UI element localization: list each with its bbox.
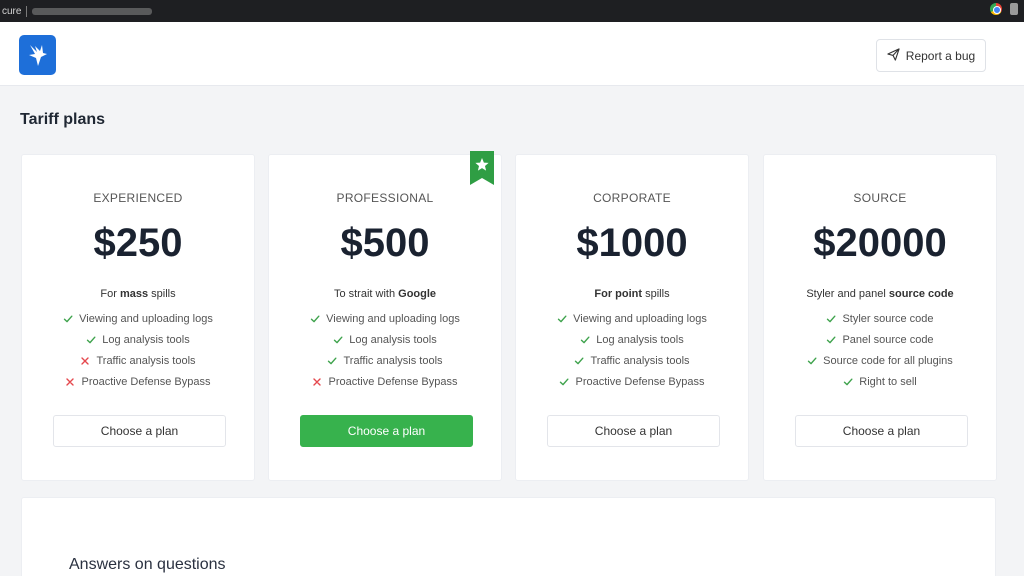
choose-plan-button[interactable]: Choose a plan xyxy=(795,415,968,447)
faq-title: Answers on questions xyxy=(69,556,226,573)
plan-card-professional: PROFESSIONAL $500 To strait with Google Vie… xyxy=(268,151,502,481)
check-icon xyxy=(557,314,567,324)
plan-description-prefix: To strait with xyxy=(333,288,399,300)
cross-icon xyxy=(65,377,75,387)
plan-description: To strait with Google xyxy=(269,288,501,300)
feature-list: Viewing and uploading logs Log analysis t… xyxy=(516,308,748,392)
cross-icon xyxy=(80,356,90,366)
plan-description: For mass spills xyxy=(22,288,254,300)
check-icon xyxy=(574,356,584,366)
plan-description-highlight: mass xyxy=(119,288,149,300)
plan-description-suffix: spills xyxy=(148,288,176,300)
check-icon xyxy=(333,335,343,345)
feature-label: Viewing and uploading logs xyxy=(573,312,707,325)
feature-item: Viewing and uploading logs xyxy=(516,308,748,329)
feature-item: Source code for all plugins xyxy=(764,350,996,371)
check-icon xyxy=(843,377,853,387)
feature-item: Proactive Defense Bypass xyxy=(22,371,254,392)
choose-plan-button[interactable]: Choose a plan xyxy=(547,415,720,447)
plan-tier-label: EXPERIENCED xyxy=(93,191,183,205)
check-icon xyxy=(807,356,817,366)
feature-label: Log analysis tools xyxy=(596,333,684,346)
faq-section: Answers on questions xyxy=(21,497,996,576)
feature-label: Log analysis tools xyxy=(349,333,437,346)
feature-item: Panel source code xyxy=(764,329,996,350)
plan-tier-label: CORPORATE xyxy=(593,191,671,205)
plan-description-prefix: Styler and panel xyxy=(806,288,889,300)
feature-label: Viewing and uploading logs xyxy=(79,312,213,325)
feature-label: Proactive Defense Bypass xyxy=(81,375,211,388)
feature-item: Proactive Defense Bypass xyxy=(269,371,501,392)
plan-description-highlight: Google xyxy=(398,288,437,300)
plan-price: $1000 xyxy=(576,221,688,265)
feature-item: Traffic analysis tools xyxy=(269,350,501,371)
plan-card-source: SOURCE $20000 Styler and panel source code… xyxy=(763,154,997,481)
feature-label: Source code for all plugins xyxy=(823,354,953,367)
feature-item: Log analysis tools xyxy=(516,329,748,350)
feature-item: Styler source code xyxy=(764,308,996,329)
check-icon xyxy=(826,335,836,345)
feature-label: Styler source code xyxy=(842,312,934,325)
cross-icon xyxy=(312,377,322,387)
plan-card-corporate: CORPORATE $1000 For point spills Viewing an… xyxy=(515,154,749,481)
feature-list: Styler source code Panel source code Sourc… xyxy=(764,308,996,392)
bird-logo-icon[interactable] xyxy=(19,35,56,75)
feature-item: Log analysis tools xyxy=(269,329,501,350)
feature-label: Proactive Defense Bypass xyxy=(328,375,458,388)
feature-label: Right to sell xyxy=(859,375,917,388)
plan-tier-label: SOURCE xyxy=(853,191,907,205)
choose-plan-button[interactable]: Choose a plan xyxy=(53,415,226,447)
check-icon xyxy=(327,356,337,366)
feature-label: Log analysis tools xyxy=(102,333,190,346)
check-icon xyxy=(63,314,73,324)
plan-description-prefix: For xyxy=(100,288,120,300)
plan-description: Styler and panel source code xyxy=(764,288,996,300)
plan-description-highlight: For point xyxy=(594,288,643,300)
report-bug-button[interactable]: Report a bug xyxy=(876,39,986,72)
browser-toolbar: cure xyxy=(0,0,1024,22)
feature-list: Viewing and uploading logs Log analysis t… xyxy=(22,308,254,392)
security-indicator[interactable]: cure xyxy=(2,6,21,17)
feature-item: Traffic analysis tools xyxy=(516,350,748,371)
feature-item: Viewing and uploading logs xyxy=(269,308,501,329)
divider xyxy=(26,5,28,17)
app-header: Report a bug xyxy=(0,22,1024,86)
page-title: Tariff plans xyxy=(20,111,106,128)
address-bar[interactable] xyxy=(32,7,153,15)
feature-item: Traffic analysis tools xyxy=(22,350,254,371)
plan-card-experienced: EXPERIENCED $250 For mass spills Viewing an… xyxy=(21,154,255,481)
chrome-icon[interactable] xyxy=(990,3,1002,15)
check-icon xyxy=(580,335,590,345)
feature-label: Traffic analysis tools xyxy=(343,354,443,367)
plan-tier-label: PROFESSIONAL xyxy=(336,191,434,205)
feature-label: Viewing and uploading logs xyxy=(326,312,460,325)
plan-description-highlight: source code xyxy=(888,288,954,300)
feature-label: Traffic analysis tools xyxy=(96,354,196,367)
feature-item: Right to sell xyxy=(764,371,996,392)
plan-description: For point spills xyxy=(516,288,748,300)
plan-price: $20000 xyxy=(813,221,947,265)
feature-item: Log analysis tools xyxy=(22,329,254,350)
check-icon xyxy=(310,314,320,324)
choose-plan-button[interactable]: Choose a plan xyxy=(300,415,473,447)
report-bug-label: Report a bug xyxy=(905,48,976,63)
extension-icon[interactable] xyxy=(1010,3,1018,15)
paper-plane-icon xyxy=(887,47,900,64)
star-icon xyxy=(470,151,494,185)
plan-price: $500 xyxy=(340,221,430,265)
plan-price: $250 xyxy=(93,221,183,265)
feature-label: Panel source code xyxy=(842,333,934,346)
plan-description-suffix: spills xyxy=(642,288,670,300)
feature-item: Proactive Defense Bypass xyxy=(516,371,748,392)
feature-label: Traffic analysis tools xyxy=(590,354,690,367)
feature-list: Viewing and uploading logs Log analysis t… xyxy=(269,308,501,392)
feature-item: Viewing and uploading logs xyxy=(22,308,254,329)
feature-label: Proactive Defense Bypass xyxy=(575,375,705,388)
check-icon xyxy=(826,314,836,324)
check-icon xyxy=(559,377,569,387)
check-icon xyxy=(86,335,96,345)
